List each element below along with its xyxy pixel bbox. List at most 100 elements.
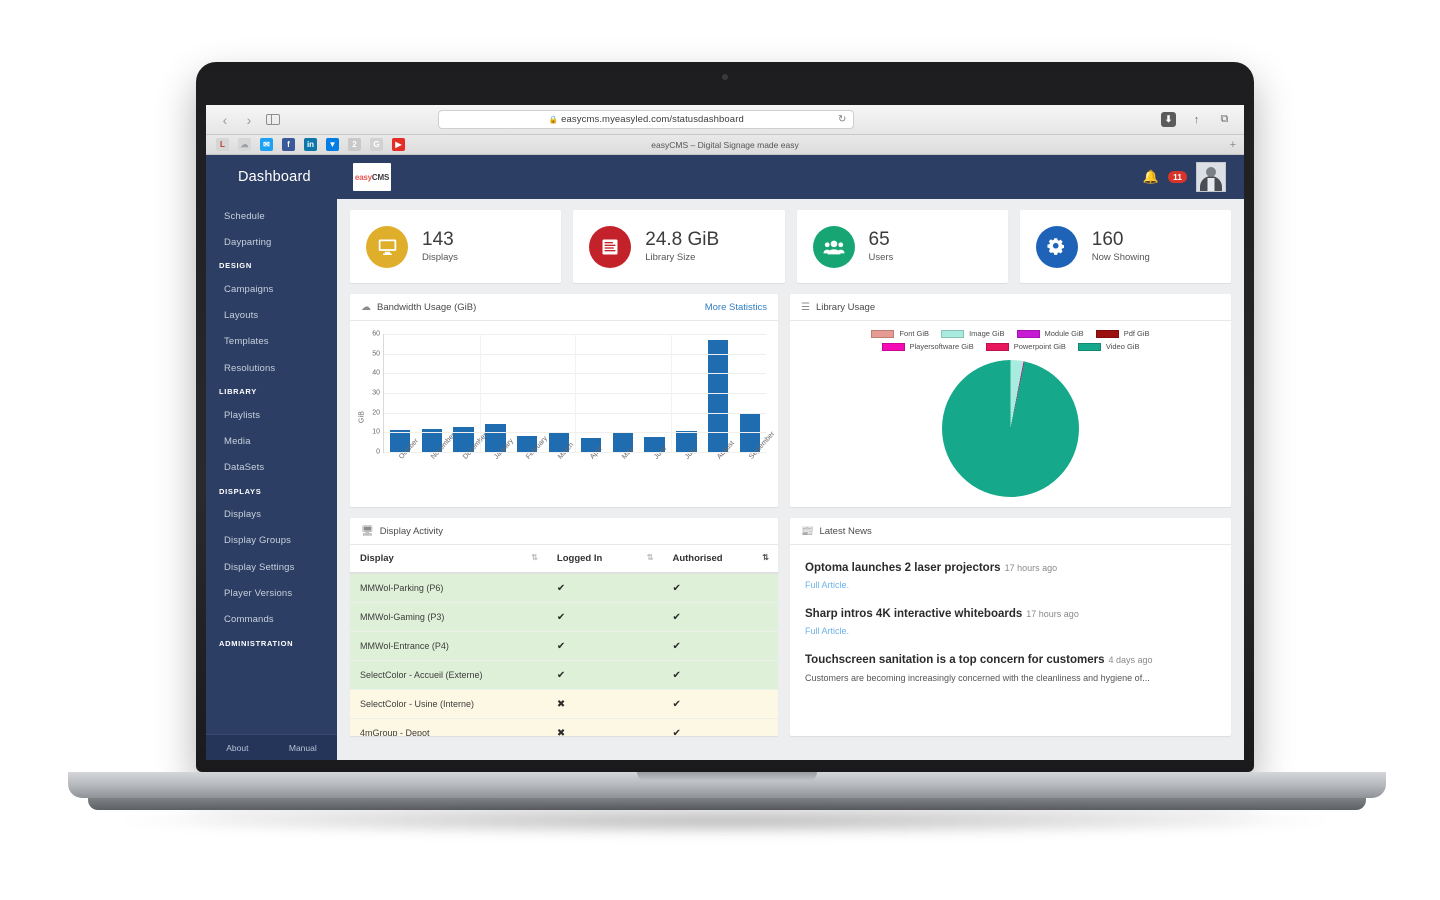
sidebar-item-displays[interactable]: Displays <box>206 502 337 528</box>
gears-icon <box>1035 225 1078 268</box>
sort-icon[interactable]: ⇅ <box>531 553 538 562</box>
logo-cms-text: CMS <box>371 172 390 182</box>
bookmark-facebook[interactable]: f <box>282 138 295 151</box>
bookmark-last-pass[interactable]: L <box>216 138 229 151</box>
address-bar[interactable]: 🔒 easycms.myeasyled.com/statusdashboard … <box>438 110 855 129</box>
library-panel-header: ☰ Library Usage <box>790 294 1231 321</box>
notification-badge[interactable]: 11 <box>1168 171 1187 183</box>
stat-value: 24.8 GiB <box>645 229 720 251</box>
table-header-logged-in[interactable]: Logged In ⇅ <box>546 545 663 574</box>
sort-icon[interactable]: ⇅ <box>647 553 654 562</box>
table-row[interactable]: 4mGroup - Depot ✖ ✔ <box>350 718 778 736</box>
cell-authorised: ✔ <box>662 718 778 736</box>
share-button[interactable]: ↑ <box>1189 112 1204 127</box>
sidebar-item-dayparting[interactable]: Dayparting <box>206 229 337 255</box>
stat-card-library-size[interactable]: 24.8 GiB Library Size <box>573 210 785 283</box>
list-icon: ☰ <box>801 301 810 313</box>
news-timestamp: 4 days ago <box>1108 655 1153 665</box>
sidebar-item-display-settings[interactable]: Display Settings <box>206 554 337 580</box>
pie-graphic <box>942 360 1079 497</box>
bookmark-numbered-2[interactable]: 2 <box>348 138 361 151</box>
vertical-gridline <box>479 334 481 452</box>
stat-label: Users <box>868 251 894 263</box>
sidebar-item-media[interactable]: Media <box>206 428 337 454</box>
legend-swatch <box>985 342 1009 351</box>
reload-icon[interactable]: ↻ <box>838 114 846 125</box>
news-title[interactable]: Optoma launches 2 laser projectors <box>805 562 1001 574</box>
bookmark-linkedin[interactable]: in <box>304 138 317 151</box>
news-title[interactable]: Sharp intros 4K interactive whiteboards <box>805 608 1022 620</box>
table-header-authorised[interactable]: Authorised ⇅ <box>662 545 778 574</box>
forward-button[interactable]: › <box>242 113 256 127</box>
sidebar-item-datasets[interactable]: DataSets <box>206 455 337 481</box>
manual-link[interactable]: Manual <box>289 743 317 753</box>
legend-item[interactable]: Playersoftware GiB <box>881 342 974 351</box>
sidebar-item-campaigns[interactable]: Campaigns <box>206 276 337 302</box>
sidebar-toggle-icon[interactable] <box>266 114 280 125</box>
downloads-button[interactable]: ⬇ <box>1160 112 1176 127</box>
table-header-row: Display ⇅ Logged In ⇅ Authorised ⇅ <box>350 545 778 574</box>
avatar[interactable] <box>1196 162 1226 192</box>
table-row[interactable]: MMWol-Gaming (P3) ✔ ✔ <box>350 602 778 632</box>
table-row[interactable]: SelectColor - Usine (Interne) ✖ ✔ <box>350 689 778 719</box>
legend-item[interactable]: Powerpoint GiB <box>985 342 1066 351</box>
sidebar-item-resolutions[interactable]: Resolutions <box>206 355 337 381</box>
sort-icon[interactable]: ⇅ <box>762 553 769 562</box>
bookmark-dropbox[interactable]: ▼ <box>326 138 339 151</box>
tabs-button[interactable]: ⧉ <box>1217 112 1232 127</box>
vertical-gridline <box>670 334 672 452</box>
table-row[interactable]: MMWol-Parking (P6) ✔ ✔ <box>350 573 778 603</box>
legend-label: Powerpoint GiB <box>1013 342 1066 351</box>
cell-logged-in: ✖ <box>546 689 663 719</box>
stat-card-now-showing[interactable]: 160 Now Showing <box>1019 210 1231 283</box>
bookmark-twitter[interactable]: ✉ <box>260 138 273 151</box>
bell-icon[interactable]: 🔔 <box>1143 169 1159 185</box>
legend-item[interactable]: Image GiB <box>941 329 1005 338</box>
monitor-icon <box>366 225 408 268</box>
cell-display-name: SelectColor - Usine (Interne) <box>350 689 547 719</box>
lock-icon: 🔒 <box>548 115 559 124</box>
sidebar-item-schedule[interactable]: Schedule <box>206 203 337 229</box>
full-article-link[interactable]: Full Article. <box>805 626 1216 636</box>
sidebar-heading-administration: ADMINISTRATION <box>219 638 294 648</box>
legend-item[interactable]: Video GiB <box>1077 342 1140 351</box>
laptop-frame: ‹ › 🔒 easycms.myeasyled.com/statusdashbo… <box>0 0 1440 900</box>
sidebar-item-commands[interactable]: Commands <box>206 606 337 632</box>
sidebar-item-display-groups[interactable]: Display Groups <box>206 528 337 554</box>
y-axis-tick: 40 <box>372 369 380 377</box>
bookmarks-bar: L ☁ ✉ f in ▼ 2 G ▶ easyCMS – Digital Signage mad… <box>206 135 1244 155</box>
legend-item[interactable]: Module GiB <box>1016 329 1084 338</box>
y-axis-tick: 60 <box>372 330 380 338</box>
more-statistics-link[interactable]: More Statistics <box>705 302 767 313</box>
legend-item[interactable]: Pdf GiB <box>1095 329 1150 338</box>
stat-value: 143 <box>422 229 454 251</box>
app-logo[interactable]: easyCMS <box>353 163 391 191</box>
cell-logged-in: ✔ <box>546 573 663 603</box>
back-button[interactable]: ‹ <box>218 113 232 127</box>
bookmark-google[interactable]: G <box>370 138 383 151</box>
table-row[interactable]: SelectColor - Accueil (Externe) ✔ ✔ <box>350 660 778 690</box>
new-tab-button[interactable]: + <box>1230 139 1236 151</box>
stat-card-displays[interactable]: 143 Displays <box>350 210 562 283</box>
bookmark-youtube[interactable]: ▶ <box>392 138 405 151</box>
bar[interactable] <box>708 339 729 452</box>
news-timestamp: 17 hours ago <box>1026 609 1079 619</box>
sidebar-item-layouts[interactable]: Layouts <box>206 303 337 329</box>
bookmark-icloud[interactable]: ☁ <box>238 138 251 151</box>
sidebar-item-playlists[interactable]: Playlists <box>206 402 337 428</box>
about-link[interactable]: About <box>226 743 248 753</box>
full-article-link[interactable]: Full Article. <box>805 580 1216 590</box>
sidebar-item-player-versions[interactable]: Player Versions <box>206 580 337 606</box>
table-header-display[interactable]: Display ⇅ <box>350 545 547 574</box>
bandwidth-chart: GiB October November December January Februa… <box>350 321 778 507</box>
laptop-shadow <box>120 806 1330 836</box>
news-title[interactable]: Touchscreen sanitation is a top concern … <box>805 654 1105 666</box>
sidebar-item-templates[interactable]: Templates <box>206 329 337 355</box>
stat-card-users[interactable]: 65 Users <box>796 210 1008 283</box>
table-row[interactable]: MMWol-Entrance (P4) ✔ ✔ <box>350 631 778 661</box>
main-column: Dashboard easyCMS 🔔 11 143 Displays 24.8… <box>238 155 1244 760</box>
legend-item[interactable]: Font GiB <box>871 329 929 338</box>
legend-label: Video GiB <box>1105 342 1140 351</box>
avatar-shirt <box>1207 178 1215 191</box>
latest-news-header: 📰 Latest News <box>790 518 1231 545</box>
